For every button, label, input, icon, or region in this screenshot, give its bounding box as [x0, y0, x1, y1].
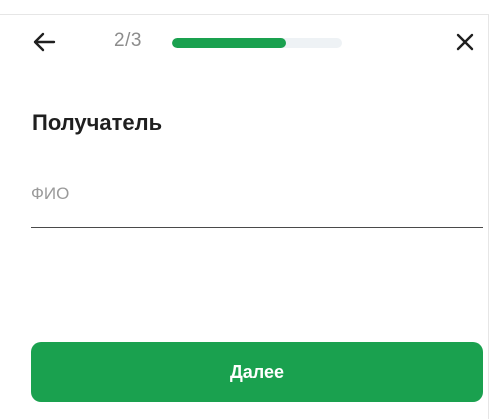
- arrow-left-icon: [33, 32, 56, 52]
- header: 2/3: [0, 14, 489, 70]
- next-button[interactable]: Далее: [31, 342, 483, 402]
- progress-fill: [172, 38, 286, 48]
- close-button[interactable]: [451, 28, 479, 56]
- back-button[interactable]: [30, 28, 58, 56]
- full-name-input[interactable]: [31, 172, 483, 216]
- progress-bar: [172, 38, 342, 48]
- full-name-field: [31, 170, 483, 228]
- step-counter: 2/3: [114, 30, 142, 51]
- close-icon: [456, 33, 474, 51]
- section-title: Получатель: [32, 110, 163, 135]
